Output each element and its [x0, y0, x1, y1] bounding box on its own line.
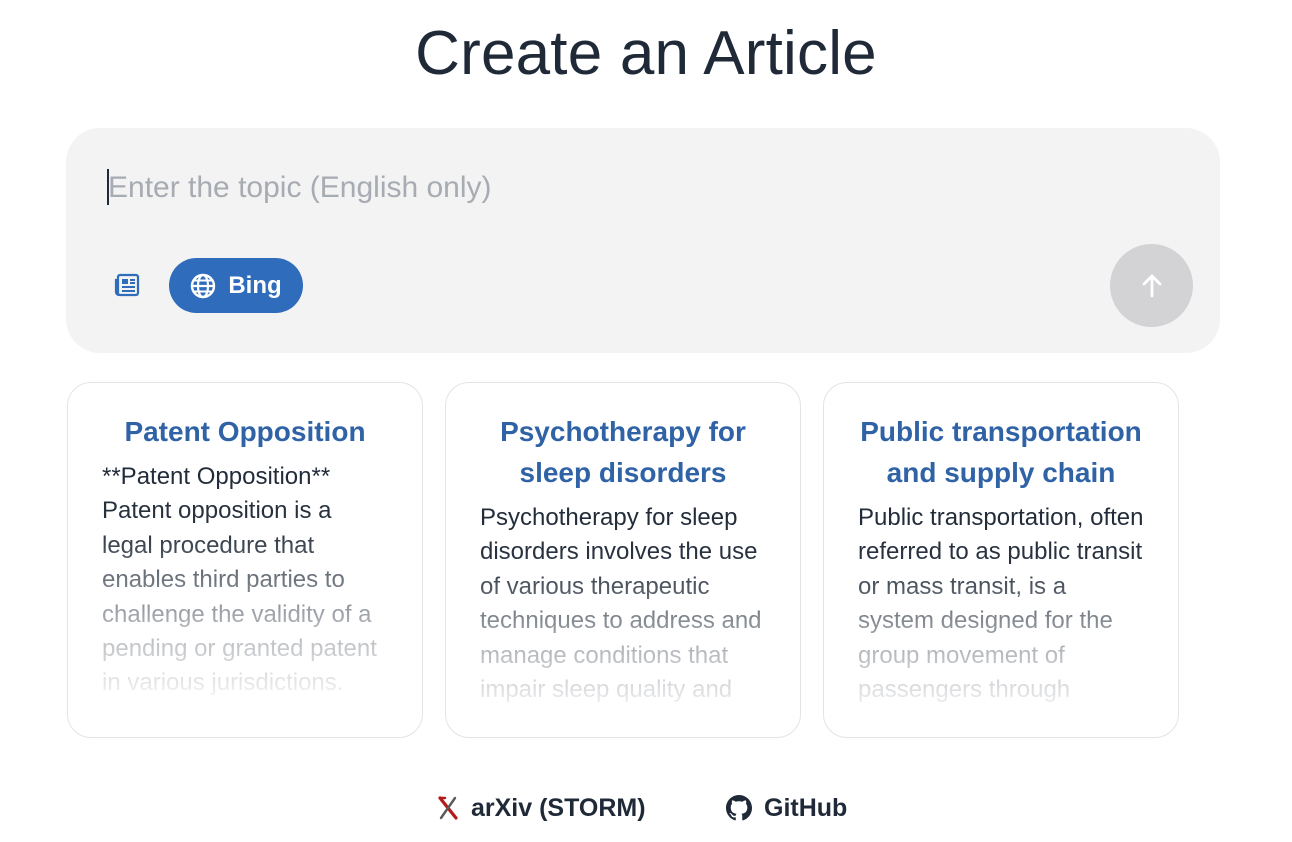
topic-input-panel: Bing — [66, 128, 1220, 353]
article-card[interactable]: Patent Opposition **Patent Opposition** … — [67, 382, 423, 738]
github-link[interactable]: GitHub — [726, 786, 847, 830]
github-link-label: GitHub — [764, 793, 848, 822]
card-title: Patent Opposition — [124, 416, 366, 447]
text-caret — [107, 169, 109, 205]
card-summary: Psychotherapy for sleep disorders involv… — [480, 504, 762, 704]
page-title: Create an Article — [415, 19, 877, 88]
footer: arXiv (STORM) GitHub — [0, 786, 1292, 830]
arxiv-logo-icon — [438, 796, 458, 820]
article-card[interactable]: Psychotherapy for sleep disorders Psycho… — [445, 382, 801, 738]
card-summary: Public transportation, often referred to… — [858, 504, 1144, 711]
card-summary: **Patent Opposition** Patent opposition … — [102, 463, 377, 697]
arrow-up-icon — [1142, 274, 1161, 297]
search-engine-label: Bing — [228, 271, 282, 299]
create-article-page: Create an Article Bing — [0, 0, 1292, 842]
globe-icon — [191, 273, 216, 298]
article-card[interactable]: Public transportation and supply chain P… — [823, 382, 1179, 738]
arxiv-link-label: arXiv (STORM) — [471, 793, 646, 822]
newspaper-icon-glyph — [114, 273, 140, 297]
search-engine-button[interactable]: Bing — [169, 258, 303, 313]
submit-button[interactable] — [1110, 244, 1193, 327]
arxiv-link[interactable]: arXiv (STORM) — [437, 786, 646, 830]
topic-input[interactable] — [106, 168, 1006, 208]
github-icon — [726, 795, 752, 821]
card-title: Psychotherapy for sleep disorders — [500, 416, 746, 488]
newspaper-icon[interactable] — [110, 268, 144, 302]
card-title: Public transportation and supply chain — [860, 416, 1142, 488]
